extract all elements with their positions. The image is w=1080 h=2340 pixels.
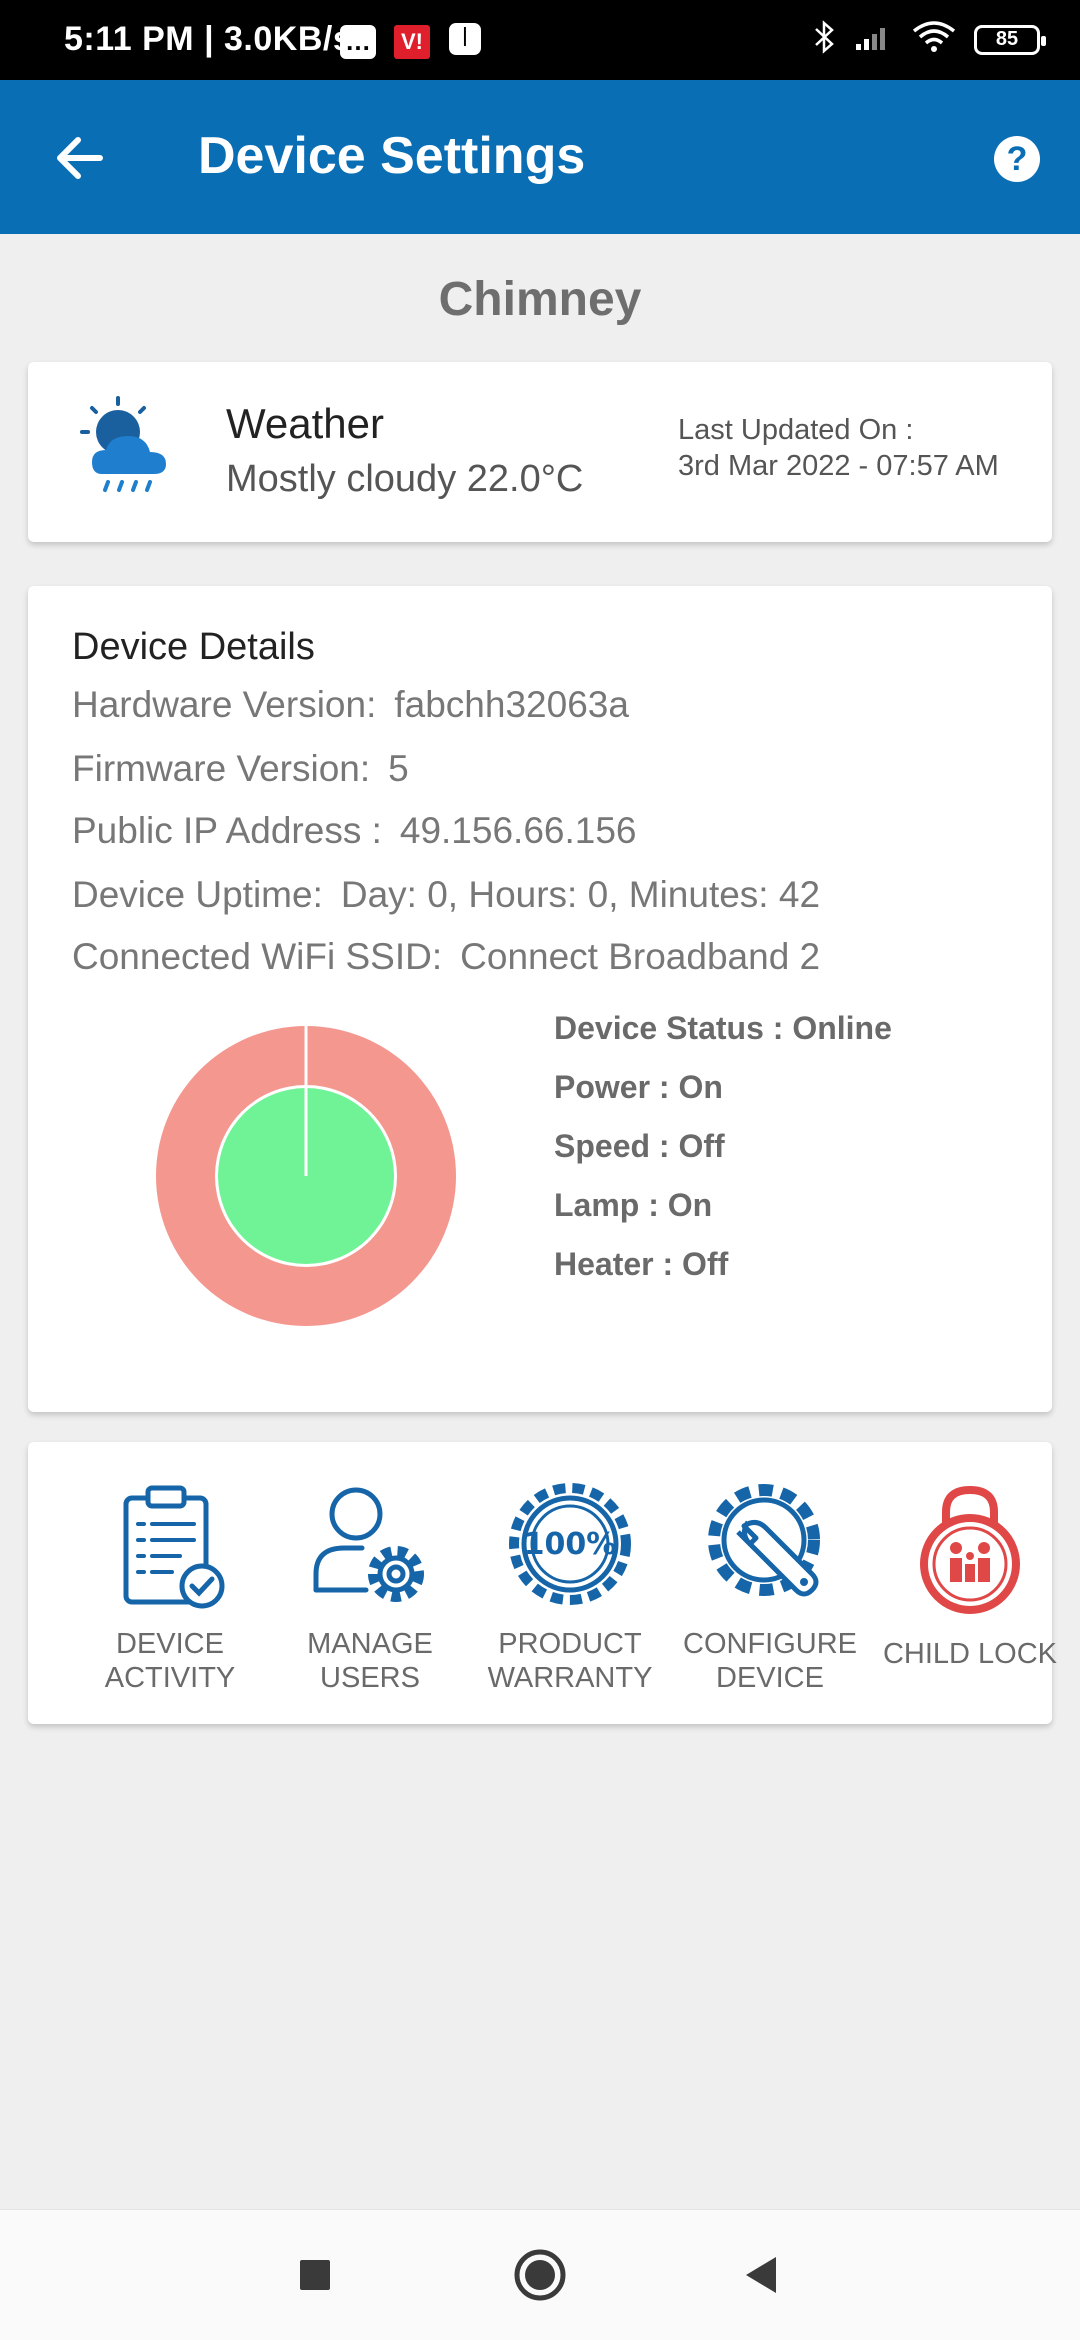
- manage-users-button[interactable]: MANAGE USERS: [270, 1478, 470, 1695]
- child-lock-icon: [920, 1485, 1020, 1614]
- heater-status: Heater : Off: [554, 1246, 729, 1282]
- device-details-heading: Device Details: [72, 626, 315, 668]
- bluetooth-icon: [812, 20, 836, 59]
- battery-icon: 85: [974, 24, 1046, 55]
- speed-status: Speed : Off: [554, 1128, 725, 1164]
- action-label-line1: PRODUCT: [498, 1628, 642, 1660]
- wifi-icon: [912, 21, 956, 58]
- app-bar: Device Settings ?: [0, 80, 1080, 234]
- detail-value: Day: 0, Hours: 0, Minutes: 42: [340, 874, 821, 915]
- back-triangle-icon[interactable]: [724, 2238, 798, 2312]
- action-label-line1: CONFIGURE: [683, 1628, 857, 1660]
- device-status-list: Device Status : Online Power : On Speed …: [554, 1010, 892, 1305]
- svg-text:ꟾ: ꟾ: [462, 27, 468, 51]
- system-nav-bar: [0, 2209, 1080, 2340]
- last-updated: Last Updated On : 3rd Mar 2022 - 07:57 A…: [678, 412, 999, 484]
- device-status-online: Device Status : Online: [554, 1010, 892, 1046]
- detail-label: Hardware Version:: [72, 684, 377, 725]
- svg-text:100%: 100%: [524, 1527, 617, 1562]
- last-updated-value: 3rd Mar 2022 - 07:57 AM: [678, 450, 999, 482]
- device-details-card: Device Details Hardware Version: fabchh32…: [28, 586, 1052, 1412]
- action-label-line2: DEVICE: [716, 1662, 824, 1694]
- device-activity-button[interactable]: DEVICE ACTIVITY: [70, 1478, 270, 1695]
- status-bar: 5:11 PM | 3.0KB/s … V! ꟾ 85: [0, 0, 1080, 80]
- detail-label: Firmware Version:: [72, 748, 371, 789]
- firmware-version-row: Firmware Version: 5: [72, 748, 409, 790]
- wifi-ssid-row: Connected WiFi SSID: Connect Broadband 2: [72, 936, 820, 978]
- action-label-line2: ACTIVITY: [104, 1662, 236, 1694]
- clipboard-check-icon: [123, 1485, 225, 1609]
- power-status: Power : On: [554, 1069, 723, 1105]
- action-label-line1: CHILD LOCK: [882, 1638, 1058, 1670]
- action-label-line2: WARRANTY: [487, 1662, 653, 1694]
- public-ip-row: Public IP Address : 49.156.66.156: [72, 810, 637, 852]
- weather-card: Weather Mostly cloudy 22.0°C Last Update…: [28, 362, 1052, 542]
- last-updated-label: Last Updated On :: [678, 414, 914, 446]
- lamp-status: Lamp : On: [554, 1187, 713, 1223]
- child-lock-button[interactable]: CHILD LOCK: [870, 1478, 1070, 1671]
- weather-title: Weather: [226, 400, 384, 447]
- weather-description: Mostly cloudy 22.0°C: [226, 458, 584, 500]
- weather-cloudy-rain-icon: [72, 392, 184, 504]
- home-circle-icon[interactable]: [503, 2238, 577, 2312]
- help-button[interactable]: ?: [994, 136, 1040, 182]
- status-time: 5:11 PM | 3.0KB/s: [64, 20, 353, 58]
- recents-square-icon[interactable]: [278, 2238, 352, 2312]
- action-label-line1: MANAGE: [307, 1628, 433, 1660]
- detail-value: Connect Broadband 2: [460, 936, 821, 977]
- signal-icon: [854, 22, 894, 57]
- configure-device-button[interactable]: CONFIGURE DEVICE: [670, 1478, 870, 1695]
- detail-value: 49.156.66.156: [399, 810, 637, 851]
- detail-label: Device Uptime:: [72, 874, 323, 915]
- app-notification-icon: ꟾ: [448, 22, 482, 61]
- message-icon: …: [340, 24, 376, 59]
- carrier-icon: V!: [394, 24, 430, 59]
- detail-value: 5: [388, 748, 409, 789]
- detail-value: fabchh32063a: [394, 684, 629, 725]
- device-status-donut-chart: [156, 1026, 456, 1326]
- detail-label: Connected WiFi SSID:: [72, 936, 443, 977]
- warranty-badge-icon: 100%: [509, 1483, 631, 1605]
- page-title: Device Settings: [198, 127, 586, 185]
- gear-wrench-icon: [708, 1484, 820, 1597]
- action-label-line1: DEVICE: [116, 1628, 224, 1660]
- actions-card: DEVICE ACTIVITY MANAGE USERS 100% PRODUC…: [28, 1442, 1057, 1724]
- detail-label: Public IP Address :: [72, 810, 382, 851]
- back-arrow-icon[interactable]: [50, 128, 110, 188]
- device-uptime-row: Device Uptime: Day: 0, Hours: 0, Minutes:…: [72, 874, 820, 916]
- action-label-line2: USERS: [320, 1662, 420, 1694]
- user-gear-icon: [313, 1487, 424, 1602]
- product-warranty-button[interactable]: 100% PRODUCT WARRANTY: [470, 1478, 670, 1695]
- device-name: Chimney: [438, 273, 642, 326]
- hardware-version-row: Hardware Version: fabchh32063a: [72, 684, 629, 726]
